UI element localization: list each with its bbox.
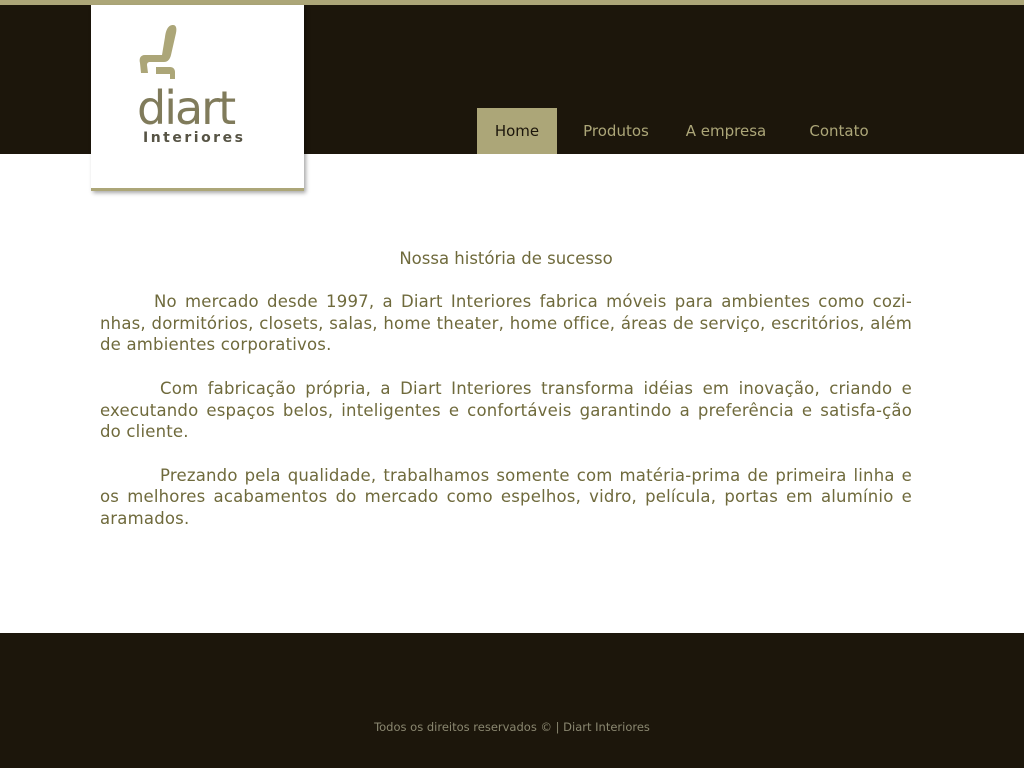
nav-item-a-empresa[interactable]: A empresa [675, 108, 777, 154]
footer: Todos os direitos reservados © | Diart I… [0, 633, 1024, 768]
nav-item-home[interactable]: Home [477, 108, 557, 154]
chair-logo-icon [139, 25, 177, 79]
copyright-text: Todos os direitos reservados © | Diart I… [374, 720, 650, 734]
paragraph-fabrication: Com fabricação própria, a Diart Interior… [100, 378, 912, 442]
main-nav: Home Produtos A empresa Contato [477, 108, 901, 154]
logo-bottom-edge [91, 188, 304, 191]
paragraph-history: No mercado desde 1997, a Diart Interiore… [100, 292, 912, 355]
paragraph-quality: Prezando pela qualidade, trabalhamos som… [100, 465, 912, 528]
main-content: Nossa história de sucesso No mercado des… [100, 248, 912, 551]
nav-item-produtos[interactable]: Produtos [557, 108, 675, 154]
page-title: Nossa história de sucesso [399, 249, 613, 268]
logo-subtitle: Interiores [143, 130, 246, 146]
logo[interactable]: diart Interiores [91, 5, 304, 191]
nav-item-contato[interactable]: Contato [777, 108, 901, 154]
logo-wordmark: diart [137, 81, 236, 135]
